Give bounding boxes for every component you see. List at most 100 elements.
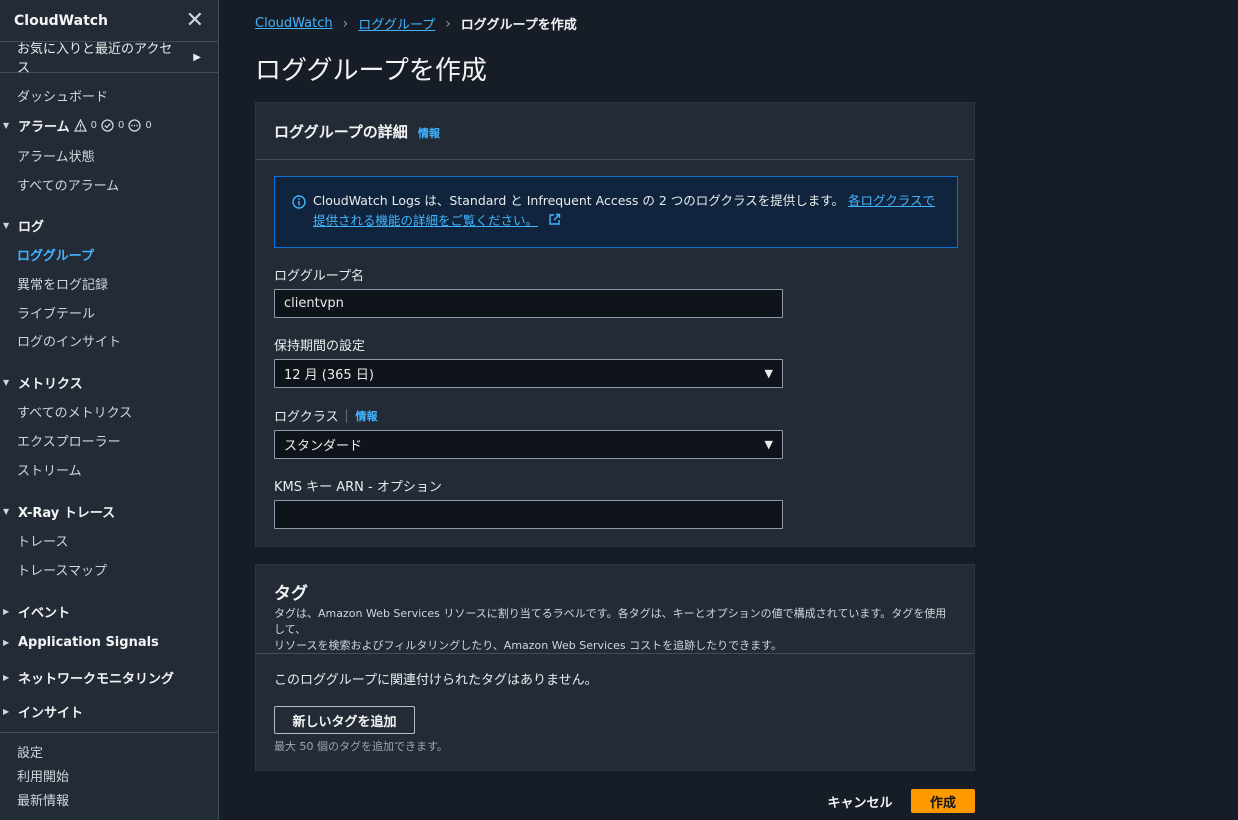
sidebar-section-network-monitoring[interactable]: ▶ ネットワークモニタリング	[3, 668, 174, 687]
insufficient-count: 0	[145, 120, 152, 131]
caret-down-icon: ▼	[3, 221, 10, 230]
caret-down-icon: ▼	[764, 438, 773, 451]
log-group-name-value: clientvpn	[284, 296, 344, 311]
tags-panel: タグ タグは、Amazon Web Services リソースに割り当てるラベル…	[255, 564, 975, 771]
log-group-details-panel: ロググループの詳細 情報 CloudWatch Logs は、Standard …	[255, 102, 975, 547]
details-header: ロググループの詳細 情報	[256, 103, 974, 142]
sidebar-section-insights-label: インサイト	[18, 706, 84, 721]
tags-divider	[256, 653, 974, 654]
log-group-name-label: ロググループ名	[274, 265, 364, 284]
sidebar-section-application-signals-label: Application Signals	[18, 635, 159, 650]
no-tags-message: このロググループに関連付けられたタグはありません。	[274, 673, 598, 688]
external-link-icon[interactable]	[548, 212, 561, 232]
sidebar-item-explorer[interactable]: エクスプローラー	[17, 431, 121, 450]
more-circle-icon	[128, 119, 142, 132]
info-alert-text: CloudWatch Logs は、Standard と Infrequent …	[313, 193, 845, 208]
log-class-value: スタンダード	[284, 439, 363, 454]
kms-key-label: KMS キー ARN - オプション	[274, 476, 442, 495]
caret-right-icon: ▶	[3, 638, 10, 647]
caret-down-icon: ▼	[764, 367, 773, 380]
retention-select[interactable]: 12 月 (365 日) ▼	[274, 359, 783, 388]
caret-right-icon: ▶	[193, 51, 201, 63]
log-class-select[interactable]: スタンダード ▼	[274, 430, 783, 459]
log-class-info-link[interactable]: 情報	[355, 408, 377, 424]
kms-key-input[interactable]	[274, 500, 783, 529]
retention-label: 保持期間の設定	[274, 335, 365, 354]
tags-description-line-1: タグは、Amazon Web Services リソースに割り当てるラベルです。…	[274, 607, 947, 636]
sidebar-section-insights[interactable]: ▶ インサイト	[3, 702, 83, 721]
caret-right-icon: ▶	[3, 673, 10, 682]
sidebar-item-alarm-state[interactable]: アラーム状態	[17, 146, 95, 165]
tags-title: タグ	[274, 584, 308, 604]
sidebar-item-streams[interactable]: ストリーム	[17, 460, 82, 479]
sidebar-item-dashboard[interactable]: ダッシュボード	[17, 86, 108, 105]
chevron-right-icon: ›	[445, 15, 451, 32]
check-circle-icon	[101, 119, 114, 132]
sidebar-section-xray-label: X-Ray トレース	[18, 506, 116, 521]
caret-down-icon: ▼	[3, 121, 10, 130]
sidebar-title[interactable]: CloudWatch	[14, 13, 108, 29]
cancel-button[interactable]: キャンセル	[818, 789, 902, 813]
details-divider	[256, 159, 974, 160]
sidebar-section-xray[interactable]: ▼ X-Ray トレース	[3, 502, 115, 521]
sidebar-item-log-anomalies[interactable]: 異常をログ記録	[17, 274, 108, 293]
ok-count: 0	[118, 120, 125, 131]
info-circle-icon	[292, 195, 306, 209]
sidebar-section-network-monitoring-label: ネットワークモニタリング	[18, 672, 175, 687]
caret-down-icon: ▼	[3, 507, 10, 516]
sidebar-section-metrics[interactable]: ▼ メトリクス	[3, 373, 83, 392]
sidebar-item-all-metrics[interactable]: すべてのメトリクス	[17, 402, 132, 421]
tags-description-line-2: リソースを検索およびフィルタリングしたり、Amazon Web Services…	[274, 639, 783, 652]
caret-right-icon: ▶	[3, 707, 10, 716]
label-divider	[346, 408, 348, 423]
retention-label-text: 保持期間の設定	[274, 339, 366, 354]
log-group-name-label-text: ロググループ名	[274, 269, 364, 284]
log-class-label-text: ログクラス	[274, 410, 339, 425]
close-icon[interactable]: ✕	[186, 9, 204, 32]
sidebar-item-log-groups[interactable]: ロググループ	[17, 245, 94, 264]
sidebar-item-traces[interactable]: トレース	[17, 531, 68, 550]
page-title: ロググループを作成	[255, 56, 487, 86]
sidebar-item-trace-map[interactable]: トレースマップ	[17, 560, 107, 579]
tags-header: タグ タグは、Amazon Web Services リソースに割り当てるラベル…	[256, 565, 974, 654]
log-class-info-alert: CloudWatch Logs は、Standard と Infrequent …	[274, 176, 958, 248]
sidebar-section-metrics-label: メトリクス	[18, 377, 83, 392]
sidebar-section-alarms-label: アラーム	[18, 120, 70, 135]
sidebar-item-whats-new[interactable]: 最新情報	[17, 790, 69, 809]
caret-right-icon: ▶	[3, 607, 10, 616]
add-new-tag-button[interactable]: 新しいタグを追加	[274, 706, 415, 734]
log-class-label: ログクラス 情報	[274, 406, 377, 425]
warning-icon	[73, 119, 87, 132]
sidebar-section-events[interactable]: ▶ イベント	[3, 602, 70, 621]
tag-limit-hint: 最大 50 個のタグを追加できます。	[274, 740, 448, 753]
sidebar-section-application-signals[interactable]: ▶ Application Signals	[3, 635, 159, 650]
retention-value: 12 月 (365 日)	[284, 368, 374, 383]
log-group-name-input[interactable]: clientvpn	[274, 289, 783, 318]
kms-key-label-text: KMS キー ARN - オプション	[274, 480, 442, 495]
sidebar-header: CloudWatch ✕	[0, 0, 218, 41]
sidebar-item-logs-insights[interactable]: ログのインサイト	[17, 331, 121, 350]
breadcrumb-log-groups[interactable]: ロググループ	[358, 14, 435, 33]
sidebar-section-logs[interactable]: ▼ ログ	[3, 216, 44, 235]
alarm-count: 0	[90, 120, 97, 131]
sidebar-divider	[0, 732, 218, 733]
sidebar-section-logs-label: ログ	[18, 220, 45, 235]
alarm-badges: 0 0 0	[73, 119, 152, 132]
sidebar-favorites-label: お気に入りと最近のアクセス	[17, 42, 173, 76]
sidebar-item-all-alarms[interactable]: すべてのアラーム	[17, 175, 119, 194]
details-title: ロググループの詳細	[274, 123, 408, 141]
sidebar-item-getting-started[interactable]: 利用開始	[17, 766, 69, 785]
breadcrumb: CloudWatch › ロググループ › ロググループを作成	[255, 14, 577, 34]
sidebar-section-events-label: イベント	[18, 606, 71, 621]
breadcrumb-cloudwatch[interactable]: CloudWatch	[255, 16, 333, 31]
breadcrumb-current: ロググループを作成	[460, 18, 577, 33]
caret-down-icon: ▼	[3, 378, 10, 387]
sidebar: CloudWatch ✕ お気に入りと最近のアクセス ▶ ダッシュボード ▼ ア…	[0, 0, 219, 820]
create-button[interactable]: 作成	[911, 789, 975, 813]
sidebar-item-live-tail[interactable]: ライブテール	[17, 303, 95, 322]
sidebar-item-settings[interactable]: 設定	[17, 742, 43, 761]
details-info-link[interactable]: 情報	[418, 127, 440, 140]
chevron-right-icon: ›	[342, 15, 349, 32]
sidebar-favorites[interactable]: お気に入りと最近のアクセス ▶	[0, 41, 218, 76]
sidebar-section-alarms[interactable]: ▼ アラーム 0 0 0	[3, 116, 152, 135]
